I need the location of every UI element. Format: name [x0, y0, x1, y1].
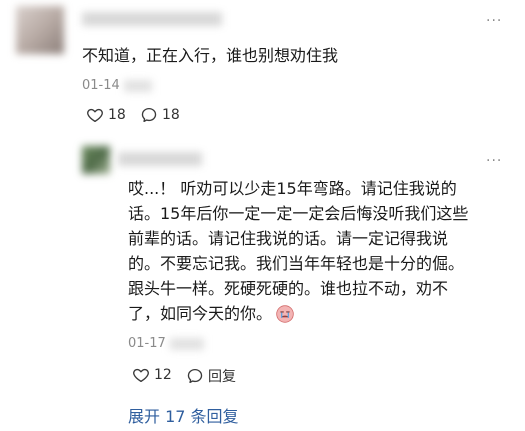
heart-icon	[133, 368, 149, 383]
like-count: 12	[154, 367, 172, 383]
comment-2: ··· 哎...！ 听劝可以少走15年弯路。请记住我说的 话。15年后你一定一定…	[0, 140, 525, 395]
location-text	[124, 80, 152, 92]
comment-line: 哎...！ 听劝可以少走15年弯路。请记住我说的	[128, 179, 457, 198]
reply-button[interactable]: 回复	[186, 366, 236, 386]
more-options-icon[interactable]: ···	[486, 154, 502, 168]
comment-line: 的。不要忘记我。我们当年年轻也是十分的倔。	[128, 254, 465, 273]
avatar[interactable]	[16, 6, 64, 54]
avatar[interactable]	[82, 146, 110, 174]
like-button[interactable]: 12	[132, 366, 172, 384]
location-text	[170, 338, 204, 350]
like-button[interactable]: 18	[86, 106, 126, 124]
expand-replies-link[interactable]: 展开 17 条回复	[128, 403, 239, 427]
comment-date: 01-17	[128, 336, 166, 351]
reply-label: 回复	[208, 369, 236, 385]
comment-text: 不知道，正在入行，谁也别想劝住我	[82, 46, 339, 65]
comment-line-last: 了，如同今天的你。	[128, 301, 508, 326]
reply-count: 18	[162, 107, 180, 123]
comment-text: 哎...！ 听劝可以少走15年弯路。请记住我说的 话。15年后你一定一定一定会后…	[128, 176, 508, 326]
username[interactable]	[82, 12, 222, 26]
comment-line: 跟头牛一样。死硬死硬的。谁也拉不动，劝不	[128, 279, 449, 298]
comment-line: 前辈的话。请记住我说的话。请一定记得我说	[128, 229, 449, 248]
more-options-icon[interactable]: ···	[486, 14, 502, 28]
comment-date: 01-14	[82, 78, 120, 93]
like-count: 18	[108, 107, 126, 123]
comment-bubble-icon	[187, 368, 203, 384]
comment-line: 了，如同今天的你。	[128, 304, 273, 323]
crying-face-icon	[276, 304, 294, 323]
username[interactable]	[118, 152, 202, 166]
heart-icon	[87, 108, 103, 123]
comment-bubble-icon	[141, 107, 157, 123]
comment-1: ··· 不知道，正在入行，谁也别想劝住我 01-14 18 18	[0, 0, 525, 140]
reply-button[interactable]: 18	[140, 106, 180, 124]
comment-line: 话。15年后你一定一定一定会后悔没听我们这些	[128, 204, 469, 223]
